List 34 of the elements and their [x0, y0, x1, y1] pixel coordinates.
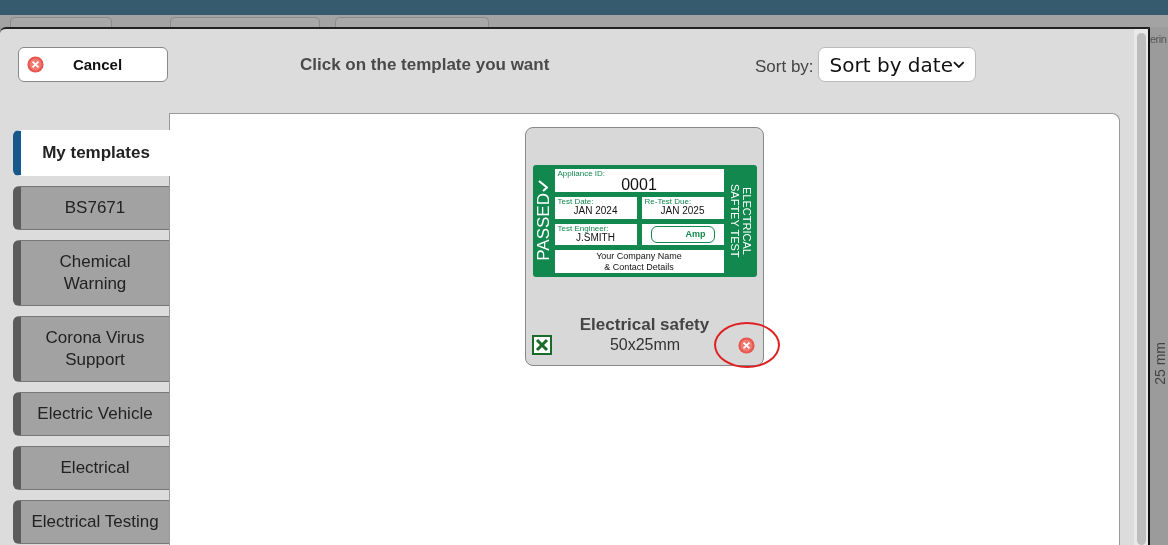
field-caption: Test Engineer:	[557, 223, 610, 233]
close-icon[interactable]	[27, 56, 44, 73]
category-tab[interactable]: Electrical	[13, 446, 170, 490]
field-value: JAN 2025	[659, 206, 706, 217]
field-value: 0001	[620, 178, 658, 192]
company-text: & Contact Details	[603, 261, 675, 273]
company-text: Your Company Name	[595, 250, 683, 262]
scrollbar-thumb[interactable]	[1136, 33, 1146, 545]
cancel-button[interactable]: Cancel	[18, 47, 168, 82]
ruler-label: 25 mm	[1152, 342, 1168, 385]
field-caption: Appliance ID:	[557, 169, 607, 178]
chevron-down-icon	[952, 60, 965, 69]
category-tab[interactable]: BS7671	[13, 186, 170, 230]
field-value: J.SMITH	[576, 232, 616, 243]
label-title: ELECTRICAL SAFTEY TEST	[727, 183, 754, 260]
template-size: 50x25mm	[609, 336, 681, 354]
check-icon	[538, 180, 548, 193]
field-caption: Re-Test Due:	[644, 197, 692, 207]
sort-select[interactable]: Sort by date	[817, 47, 976, 82]
category-tab[interactable]: Electric Vehicle	[13, 392, 170, 436]
dialog-heading: Click on the template you want	[300, 55, 551, 75]
category-tab[interactable]: My templates	[13, 130, 171, 176]
sort-label: Sort by:	[755, 57, 814, 77]
delete-icon[interactable]	[738, 336, 755, 354]
spreadsheet-icon[interactable]	[532, 335, 552, 355]
category-tab[interactable]: Corona Virus Support	[13, 316, 170, 382]
background-text: erin	[1150, 32, 1167, 45]
category-tab[interactable]: Chemical Warning	[13, 240, 170, 306]
template-name: Electrical safety	[579, 315, 710, 335]
field-caption: Test Date:	[557, 197, 595, 207]
status-text: PASSED	[534, 193, 552, 261]
field-value: JAN 2024	[572, 206, 619, 217]
fuse-rating-text: Amp	[685, 229, 706, 240]
category-tab[interactable]: Electrical Testing	[13, 500, 170, 544]
